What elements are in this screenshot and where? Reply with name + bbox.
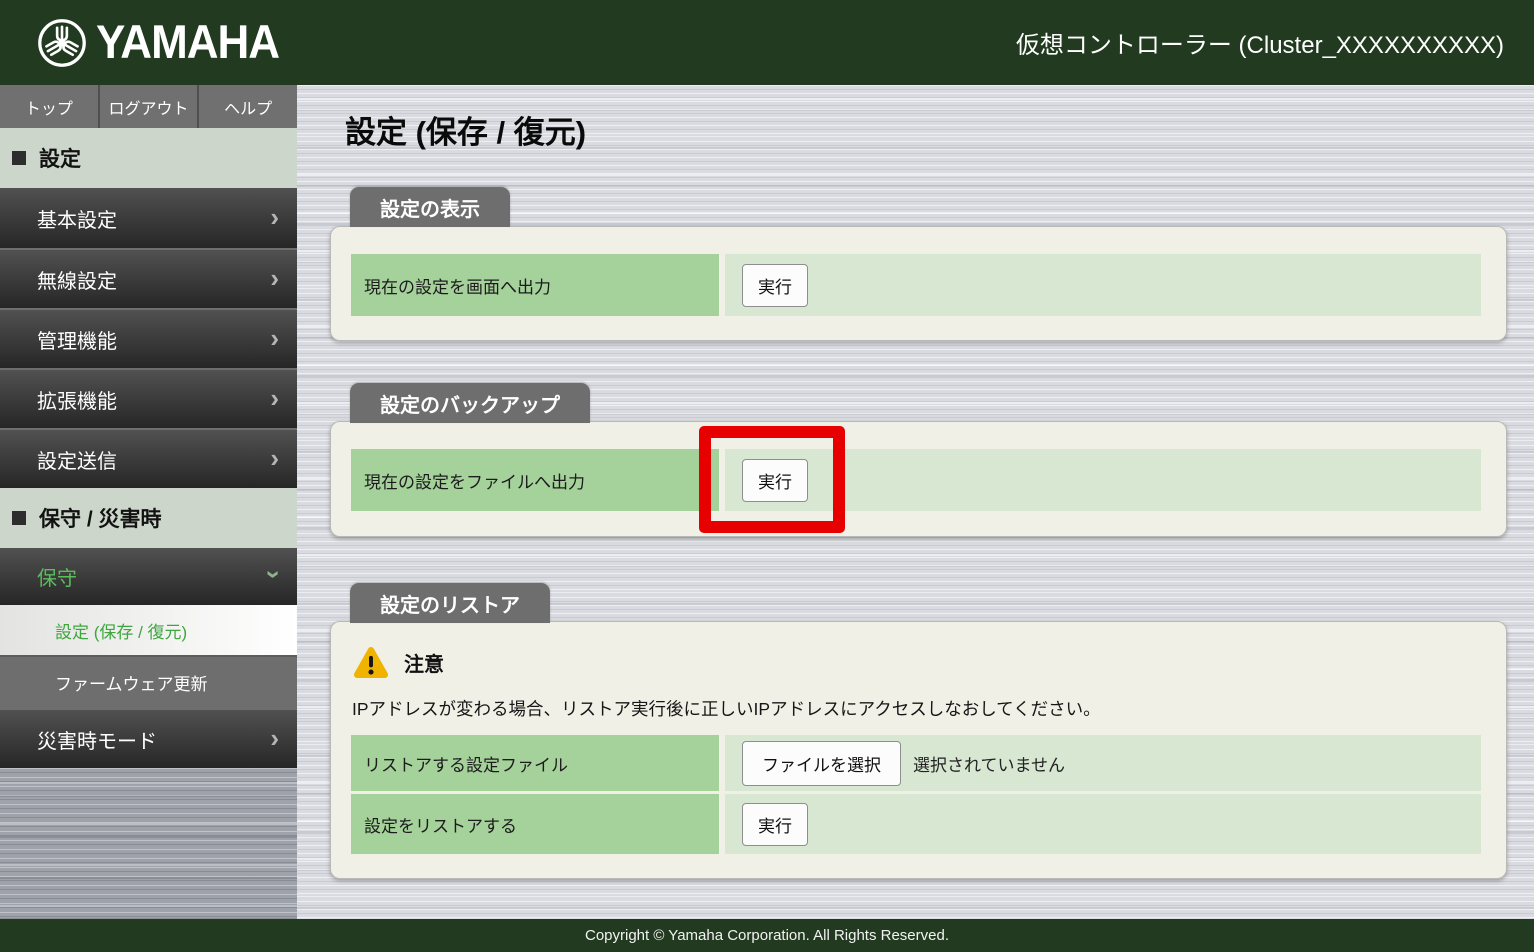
- chevron-right-icon: ›: [270, 725, 279, 751]
- top-nav-tabs: トップ ログアウト ヘルプ: [0, 85, 297, 128]
- square-bullet-icon: [12, 151, 26, 165]
- row-action-cell: 実行: [725, 794, 1481, 854]
- table-row: 現在の設定を画面へ出力 実行: [351, 254, 1481, 316]
- execute-backup-button[interactable]: 実行: [742, 459, 808, 502]
- chevron-right-icon: ›: [270, 204, 279, 230]
- yamaha-logo: YAMAHA: [36, 17, 279, 69]
- nav-tab-top[interactable]: トップ: [0, 85, 100, 128]
- row-label: 現在の設定をファイルへ出力: [351, 449, 719, 511]
- sidebar-subitem-firmware-update[interactable]: ファームウェア更新: [0, 655, 297, 708]
- panel-restore-config: 注意 IPアドレスが変わる場合、リストア実行後に正しいIPアドレスにアクセスしな…: [330, 621, 1507, 879]
- page-title: 設定 (保存 / 復元): [345, 107, 586, 152]
- table-row: 現在の設定をファイルへ出力 実行: [351, 449, 1481, 511]
- main-content: 設定 (保存 / 復元) 設定の表示 現在の設定を画面へ出力 実行 設定のバック…: [297, 85, 1534, 919]
- warning-text: IPアドレスが変わる場合、リストア実行後に正しいIPアドレスにアクセスしなおして…: [352, 696, 1101, 721]
- sidebar-item-label: 保守: [37, 562, 77, 591]
- sidebar-filler: [0, 768, 297, 919]
- execute-display-button[interactable]: 実行: [742, 264, 808, 307]
- section-tab-backup-config: 設定のバックアップ: [350, 383, 590, 423]
- sidebar-item-maintenance[interactable]: 保守 ›: [0, 548, 297, 605]
- chevron-right-icon: ›: [270, 385, 279, 411]
- app-header: YAMAHA 仮想コントローラー (Cluster_XXXXXXXXXX): [0, 0, 1534, 85]
- copyright-text: Copyright © Yamaha Corporation. All Righ…: [585, 927, 949, 944]
- yamaha-tuning-fork-icon: [36, 17, 88, 69]
- table-row: リストアする設定ファイル ファイルを選択 選択されていません: [351, 735, 1481, 791]
- yamaha-wordmark: YAMAHA: [96, 19, 279, 67]
- nav-tab-logout[interactable]: ログアウト: [100, 85, 200, 128]
- square-bullet-icon: [12, 511, 26, 525]
- execute-restore-button[interactable]: 実行: [742, 803, 808, 846]
- sidebar-subitem-label: ファームウェア更新: [55, 670, 208, 695]
- warning-header: 注意: [353, 646, 444, 679]
- section-tab-display-config: 設定の表示: [350, 187, 510, 227]
- row-action-cell: ファイルを選択 選択されていません: [725, 735, 1481, 791]
- sidebar-item-extended[interactable]: 拡張機能 ›: [0, 368, 297, 428]
- chevron-right-icon: ›: [270, 445, 279, 471]
- warning-title: 注意: [404, 648, 444, 677]
- panel-display-config: 現在の設定を画面へ出力 実行: [330, 226, 1507, 341]
- sidebar-section-maintenance-disaster: 保守 / 災害時: [0, 488, 297, 548]
- sidebar-item-label: 基本設定: [37, 204, 117, 233]
- sidebar-item-label: 無線設定: [37, 265, 117, 294]
- table-row: 設定をリストアする 実行: [351, 794, 1481, 854]
- row-action-cell: 実行: [725, 449, 1481, 511]
- warning-triangle-icon: [353, 646, 389, 679]
- sidebar: トップ ログアウト ヘルプ 設定 基本設定 › 無線設定 › 管理機能 › 拡張…: [0, 85, 297, 919]
- choose-file-button[interactable]: ファイルを選択: [742, 741, 901, 786]
- chevron-down-icon: ›: [262, 570, 288, 579]
- sidebar-subitem-label: 設定 (保存 / 復元): [55, 618, 187, 643]
- sidebar-item-label: 設定送信: [37, 445, 117, 474]
- sidebar-item-wireless-settings[interactable]: 無線設定 ›: [0, 248, 297, 308]
- row-label: 設定をリストアする: [351, 794, 719, 854]
- sidebar-subitem-config-save-restore[interactable]: 設定 (保存 / 復元): [0, 605, 297, 655]
- section-tab-restore-config: 設定のリストア: [350, 583, 550, 623]
- sidebar-section-label: 保守 / 災害時: [39, 503, 162, 533]
- chevron-right-icon: ›: [270, 265, 279, 291]
- nav-tab-help[interactable]: ヘルプ: [199, 85, 297, 128]
- row-action-cell: 実行: [725, 254, 1481, 316]
- row-label: リストアする設定ファイル: [351, 735, 719, 791]
- chevron-right-icon: ›: [270, 325, 279, 351]
- footer: Copyright © Yamaha Corporation. All Righ…: [0, 919, 1534, 952]
- virtual-controller-title: 仮想コントローラー (Cluster_XXXXXXXXXX): [1016, 25, 1504, 60]
- sidebar-item-label: 災害時モード: [37, 725, 157, 754]
- sidebar-item-label: 管理機能: [37, 325, 117, 354]
- sidebar-section-label: 設定: [39, 143, 81, 173]
- sidebar-item-basic-settings[interactable]: 基本設定 ›: [0, 188, 297, 248]
- sidebar-section-settings: 設定: [0, 128, 297, 188]
- file-selection-status: 選択されていません: [913, 751, 1065, 776]
- sidebar-item-management[interactable]: 管理機能 ›: [0, 308, 297, 368]
- panel-backup-config: 現在の設定をファイルへ出力 実行: [330, 421, 1507, 537]
- row-label: 現在の設定を画面へ出力: [351, 254, 719, 316]
- sidebar-item-label: 拡張機能: [37, 385, 117, 414]
- sidebar-item-config-send[interactable]: 設定送信 ›: [0, 428, 297, 488]
- sidebar-item-disaster-mode[interactable]: 災害時モード ›: [0, 708, 297, 768]
